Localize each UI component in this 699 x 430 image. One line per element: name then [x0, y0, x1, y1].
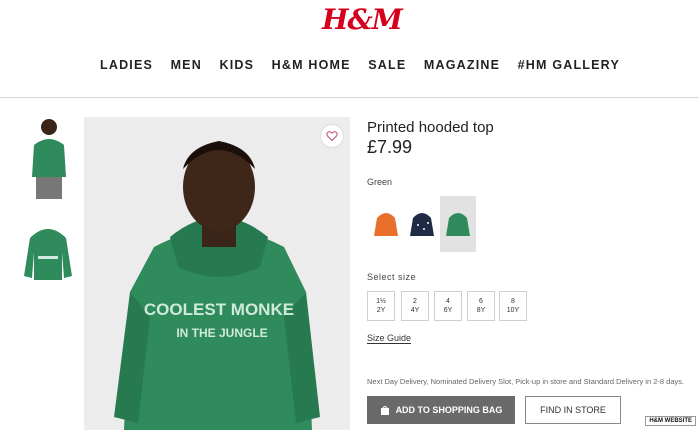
size-years: 2Y	[376, 307, 386, 314]
size-age: 4	[446, 298, 450, 305]
hoodie-print-line1: COOLEST MONKE	[144, 300, 294, 319]
green-hoodie-icon	[446, 213, 470, 236]
swatch-green[interactable]	[440, 196, 476, 252]
product-main-image: COOLEST MONKE IN THE JUNGLE	[84, 117, 350, 430]
nav-ladies[interactable]: LADIES	[100, 58, 153, 78]
product-thumbnail-model[interactable]	[22, 115, 74, 205]
main-nav: LADIES MEN KIDS H&M HOME SALE MAGAZINE #…	[100, 58, 620, 78]
thumbnail-model-image	[32, 119, 66, 199]
add-to-bag-button[interactable]: ADD TO SHOPPING BAG	[367, 396, 515, 424]
nav-kids[interactable]: KIDS	[219, 58, 254, 78]
product-thumbnail-flat[interactable]	[22, 218, 74, 284]
nav-hm-home[interactable]: H&M HOME	[272, 58, 351, 78]
size-guide-link[interactable]: Size Guide	[367, 333, 412, 344]
heart-icon	[326, 131, 338, 142]
favorite-heart-button[interactable]	[320, 124, 344, 148]
size-option[interactable]: 2 4Y	[401, 291, 429, 321]
find-in-store-button[interactable]: FIND IN STORE	[525, 396, 621, 424]
site-header: H&M LADIES MEN KIDS H&M HOME SALE MAGAZI…	[0, 0, 699, 98]
delivery-info: Next Day Delivery, Nominated Delivery Sl…	[367, 377, 685, 386]
size-option[interactable]: 6 8Y	[467, 291, 495, 321]
navy-hoodie-icon	[410, 213, 434, 236]
size-years: 4Y	[410, 307, 420, 314]
product-price: £7.99	[367, 137, 413, 157]
size-years: 10Y	[506, 307, 520, 314]
product-title: Printed hooded top	[367, 119, 494, 136]
nav-magazine[interactable]: MAGAZINE	[424, 58, 500, 78]
orange-hoodie-icon	[374, 213, 398, 236]
select-size-label: Select size	[367, 272, 417, 282]
hoodie-print-line2: IN THE JUNGLE	[176, 326, 267, 340]
shopping-bag-icon	[380, 406, 389, 415]
source-watermark: H&M WEBSITE	[645, 416, 696, 426]
size-years: 8Y	[476, 307, 486, 314]
size-years: 6Y	[443, 307, 453, 314]
size-age: 8	[511, 298, 515, 305]
size-option[interactable]: 8 10Y	[499, 291, 527, 321]
find-in-store-label: FIND IN STORE	[540, 405, 606, 415]
size-age: 6	[479, 298, 483, 305]
size-option[interactable]: 1½ 2Y	[367, 291, 395, 321]
color-label: Green	[367, 177, 393, 187]
hm-logo[interactable]: H&M	[322, 2, 403, 38]
add-to-bag-label: ADD TO SHOPPING BAG	[395, 405, 503, 415]
swatch-navy[interactable]	[404, 196, 440, 252]
nav-hm-gallery[interactable]: #HM GALLERY	[518, 58, 620, 78]
product-photo: COOLEST MONKE IN THE JUNGLE	[84, 117, 350, 430]
swatch-orange[interactable]	[368, 196, 404, 252]
size-age: 2	[413, 298, 417, 305]
nav-sale[interactable]: SALE	[368, 58, 406, 78]
size-age: 1½	[376, 298, 386, 305]
nav-men[interactable]: MEN	[171, 58, 202, 78]
thumbnail-flat-image	[24, 229, 72, 280]
size-option[interactable]: 4 6Y	[434, 291, 462, 321]
